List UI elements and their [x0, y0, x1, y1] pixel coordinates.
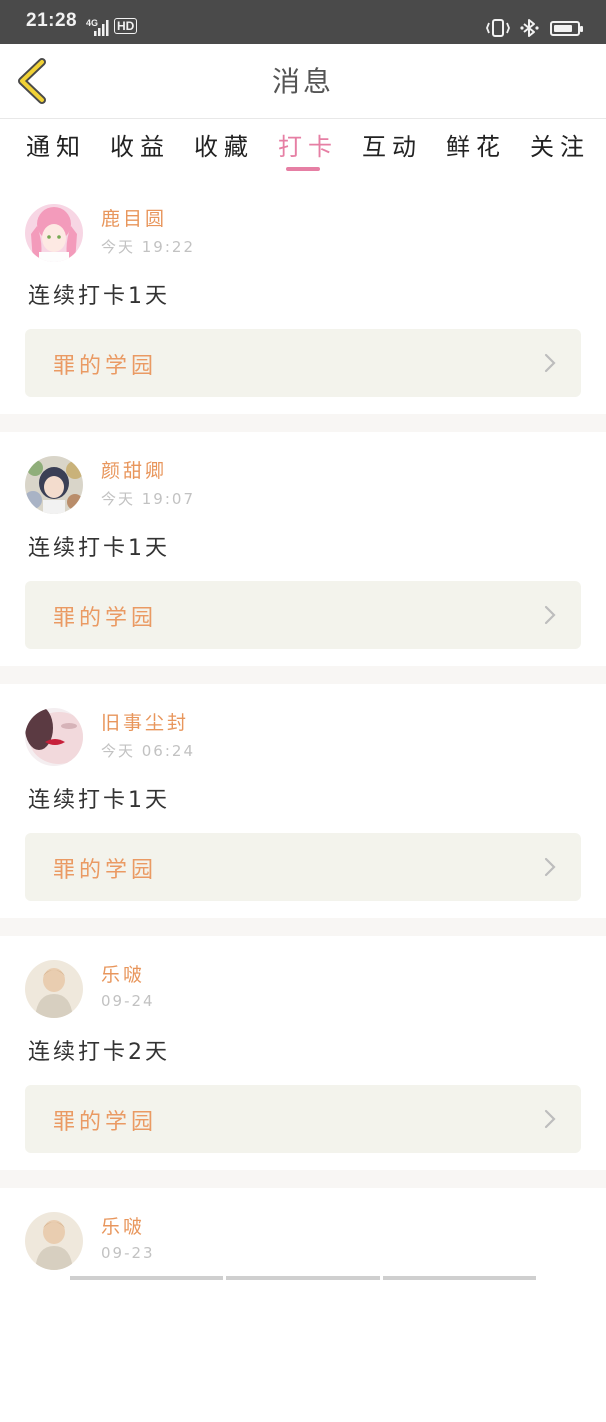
active-tab-indicator — [286, 167, 320, 171]
chevron-right-icon — [544, 857, 556, 877]
chevron-right-icon — [544, 1109, 556, 1129]
checkin-text: 连续打卡1天 — [28, 536, 170, 561]
tab-interaction[interactable]: 互动 — [362, 127, 422, 162]
divider — [0, 666, 606, 684]
linked-work-card[interactable]: 罪的学园 — [25, 833, 581, 901]
linked-work-card[interactable]: 罪的学园 — [25, 329, 581, 397]
tab-follow[interactable]: 关注 — [530, 127, 590, 162]
divider — [0, 1170, 606, 1188]
divider — [0, 918, 606, 936]
chevron-right-icon — [544, 353, 556, 373]
timestamp: 09-23 — [101, 1244, 155, 1262]
list-item: 鹿目圆 今天 19:22 连续打卡1天 罪的学园 — [0, 180, 606, 414]
username[interactable]: 乐啵 — [101, 960, 145, 987]
tab-checkin[interactable]: 打卡 — [278, 127, 338, 162]
linked-work-title: 罪的学园 — [53, 354, 158, 379]
linked-work-title: 罪的学园 — [53, 858, 158, 883]
page-title: 消息 — [271, 65, 334, 98]
linked-work-card[interactable]: 罪的学园 — [25, 1085, 581, 1153]
avatar[interactable] — [25, 204, 83, 262]
tab-favorites[interactable]: 收藏 — [194, 127, 254, 162]
avatar[interactable] — [25, 1212, 83, 1270]
divider — [0, 414, 606, 432]
signal-icon — [94, 20, 109, 36]
list-item: 旧事尘封 今天 06:24 连续打卡1天 罪的学园 — [0, 684, 606, 918]
tab-notice[interactable]: 通知 — [26, 127, 86, 162]
hd-badge: HD — [114, 18, 138, 34]
tab-bar: 通知 收益 收藏 打卡 互动 鲜花 关注 — [0, 119, 606, 175]
battery-icon — [550, 20, 583, 36]
list-item: 乐啵 09-24 连续打卡2天 罪的学园 — [0, 936, 606, 1170]
checkin-text: 连续打卡1天 — [28, 788, 170, 813]
linked-work-title: 罪的学园 — [53, 1110, 158, 1135]
checkin-text: 连续打卡2天 — [28, 1040, 170, 1065]
username[interactable]: 乐啵 — [101, 1212, 145, 1239]
avatar[interactable] — [25, 456, 83, 514]
bluetooth-icon — [520, 19, 539, 37]
username[interactable]: 旧事尘封 — [101, 708, 189, 735]
timestamp: 今天 19:07 — [101, 490, 195, 508]
nav-bar: 消息 — [0, 44, 606, 119]
status-bar: 21:28 4G HD — [0, 0, 606, 44]
vibrate-icon — [486, 19, 510, 37]
avatar[interactable] — [25, 708, 83, 766]
chevron-right-icon — [544, 605, 556, 625]
username[interactable]: 鹿目圆 — [101, 204, 167, 231]
username[interactable]: 颜甜卿 — [101, 456, 167, 483]
message-list: 鹿目圆 今天 19:22 连续打卡1天 罪的学园 颜甜卿 今天 19:07 连续… — [0, 180, 606, 1422]
timestamp: 09-24 — [101, 992, 155, 1010]
linked-work-title: 罪的学园 — [53, 606, 158, 631]
tab-earnings[interactable]: 收益 — [110, 127, 170, 162]
timestamp: 今天 06:24 — [101, 742, 195, 760]
linked-work-card[interactable]: 罪的学园 — [25, 581, 581, 649]
status-time: 21:28 — [26, 10, 78, 31]
list-item: 颜甜卿 今天 19:07 连续打卡1天 罪的学园 — [0, 432, 606, 666]
avatar[interactable] — [25, 960, 83, 1018]
list-item: 乐啵 09-23 — [0, 1188, 606, 1422]
bottom-edge-bars — [70, 1276, 536, 1280]
checkin-text: 连续打卡1天 — [28, 284, 170, 309]
timestamp: 今天 19:22 — [101, 238, 195, 256]
tab-flowers[interactable]: 鲜花 — [446, 127, 506, 162]
